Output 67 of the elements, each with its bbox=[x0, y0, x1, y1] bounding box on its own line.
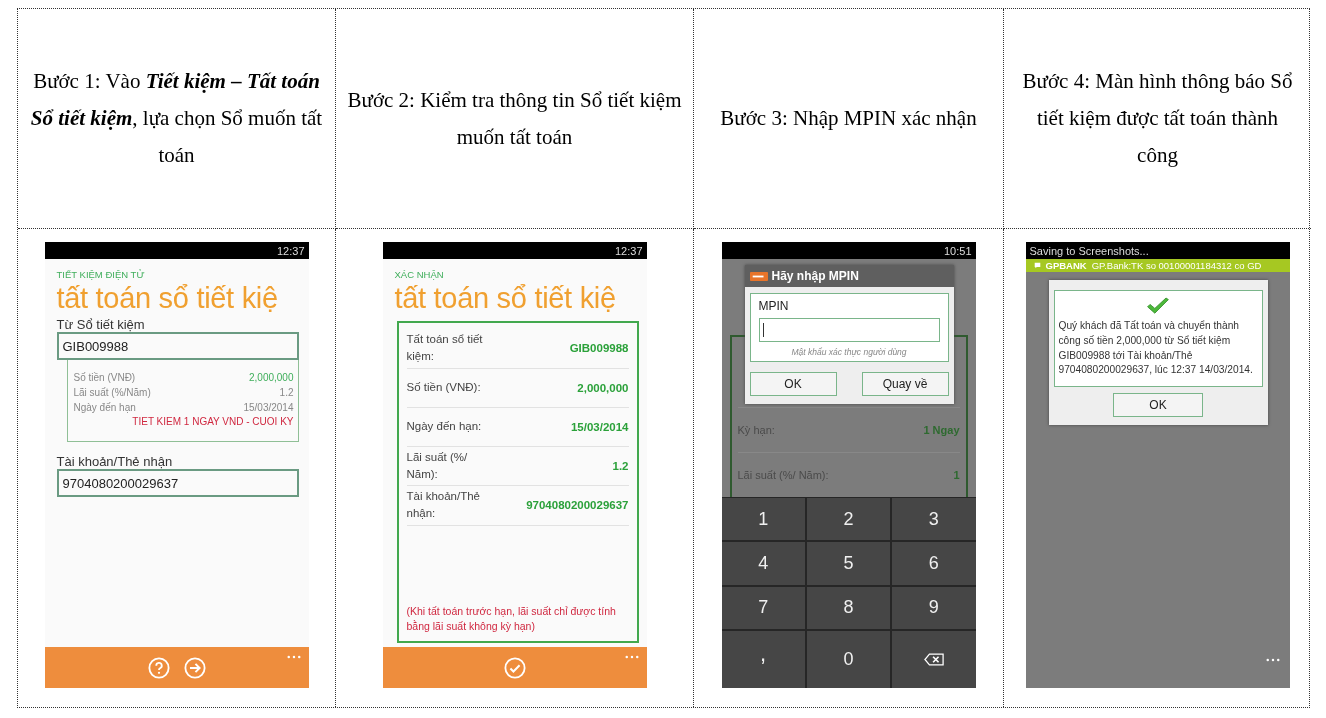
section-label: XÁC NHẬN bbox=[394, 269, 445, 280]
step-caption: Bước 3: Nhập MPIN xác nhận bbox=[720, 105, 977, 133]
help-icon[interactable] bbox=[147, 656, 170, 679]
mpin-input-field[interactable] bbox=[758, 318, 940, 342]
status-time: 12:37 bbox=[276, 244, 305, 257]
status-text: Saving to Screenshots... bbox=[1029, 244, 1149, 257]
row-label: Số tiền (VNĐ): bbox=[406, 379, 482, 395]
dialog-title: Hãy nhập MPIN bbox=[771, 269, 859, 283]
field-label: Tài khoản/Thẻ nhận bbox=[56, 454, 174, 469]
row-value: 1 bbox=[953, 469, 960, 481]
backspace-key[interactable] bbox=[892, 630, 976, 688]
notification-sender: GPBANK bbox=[1045, 260, 1087, 271]
row-value: 1.2 bbox=[612, 459, 629, 472]
backspace-icon bbox=[923, 652, 944, 666]
keypad-key[interactable]: 9 bbox=[892, 586, 976, 629]
status-time: 12:37 bbox=[614, 244, 643, 257]
row-value: 2,000,000 bbox=[577, 381, 629, 394]
page-title: tất toán sổ tiết kiệ bbox=[56, 282, 279, 315]
keypad-key[interactable]: 1 bbox=[721, 498, 805, 541]
row-value: GIB009988 bbox=[569, 342, 629, 355]
detail-value: 2,000,000 bbox=[249, 371, 294, 385]
keypad-key[interactable]: 4 bbox=[721, 542, 805, 585]
more-icon[interactable] bbox=[1265, 658, 1280, 662]
keypad-key[interactable]: 8 bbox=[806, 586, 891, 629]
dialog-button[interactable]: Quay về bbox=[861, 372, 949, 396]
keypad-key[interactable]: 2 bbox=[806, 498, 891, 541]
field-label: Từ Sổ tiết kiệm bbox=[56, 317, 146, 332]
more-icon[interactable] bbox=[286, 655, 301, 659]
section-label: TIẾT KIỆM ĐIỆN TỬ bbox=[56, 269, 146, 280]
ok-button[interactable]: OK bbox=[1113, 393, 1203, 418]
step-caption: Bước 4: Màn hình thông báo Sổ tiết kiệm được tất toán thành công bbox=[1021, 68, 1294, 169]
row-label: Tài khoản/Thẻ nhận: bbox=[406, 489, 481, 522]
success-message: Quý khách đã Tất toán và chuyển thành công số tiền 2,000,000 từ Sổ tiết kiệm GIB009988 tới Tài khoản/Thẻ 9704080200029637, lúc 12:37 14/03/2014. bbox=[1058, 319, 1254, 378]
row-value: 15/03/2014 bbox=[570, 420, 629, 433]
savings-book-field[interactable]: GIB009988 bbox=[56, 332, 299, 360]
warning-note: (Khi tất toán trước hạn, lãi suất chỉ được tính bằng lãi suất không kỳ hạn) bbox=[406, 603, 617, 635]
field-label: MPIN bbox=[758, 299, 790, 313]
row-label: Ngày đến hạn: bbox=[406, 418, 483, 434]
row-value: 9704080200029637 bbox=[526, 499, 629, 512]
keypad-key[interactable]: 7 bbox=[721, 586, 805, 629]
step-caption: Bước 2: Kiểm tra thông tin Sổ tiết kiệm muốn tất toán bbox=[346, 86, 683, 151]
field-hint: Mật khẩu xác thực người dùng bbox=[790, 347, 908, 357]
keypad-key[interactable]: 3 bbox=[892, 498, 976, 541]
keypad-key[interactable]: 0 bbox=[806, 630, 891, 688]
product-name: TIET KIEM 1 NGAY VND - CUOI KY bbox=[131, 415, 294, 429]
checkmark-icon[interactable] bbox=[503, 656, 526, 679]
app-logo-icon bbox=[749, 271, 768, 281]
detail-label: Ngày đến hạn bbox=[73, 401, 136, 415]
row-label: Tất toán sổ tiết kiệm: bbox=[406, 332, 484, 365]
row-value: 1 Ngay bbox=[923, 424, 960, 436]
account-field[interactable]: 9704080200029637 bbox=[56, 469, 299, 497]
keypad-key[interactable]: 5 bbox=[806, 542, 891, 585]
detail-label: Số tiền (VNĐ) bbox=[73, 371, 136, 385]
keypad-key[interactable]: 6 bbox=[892, 542, 976, 585]
row-label: Lãi suất (%/ Năm): bbox=[406, 449, 469, 482]
keypad-key[interactable]: , bbox=[721, 630, 805, 688]
more-icon[interactable] bbox=[624, 655, 639, 659]
detail-value: 1.2 bbox=[279, 386, 294, 400]
page-title: tất toán sổ tiết kiệ bbox=[394, 282, 617, 315]
message-icon bbox=[1033, 262, 1041, 269]
checkmark-icon bbox=[1146, 297, 1170, 315]
status-time: 10:51 bbox=[943, 244, 972, 257]
dialog-button[interactable]: OK bbox=[749, 372, 837, 396]
notification-text: GP.Bank:TK so 00100001184312 co GD bbox=[1091, 260, 1262, 271]
detail-label: Lãi suất (%/Năm) bbox=[73, 386, 151, 400]
detail-value: 15/03/2014 bbox=[243, 401, 294, 415]
step-caption: Bước 1: Vào Tiết kiệm – Tất toán Sổ tiết kiệm, lựa chọn Sổ muốn tất toán bbox=[29, 68, 324, 169]
